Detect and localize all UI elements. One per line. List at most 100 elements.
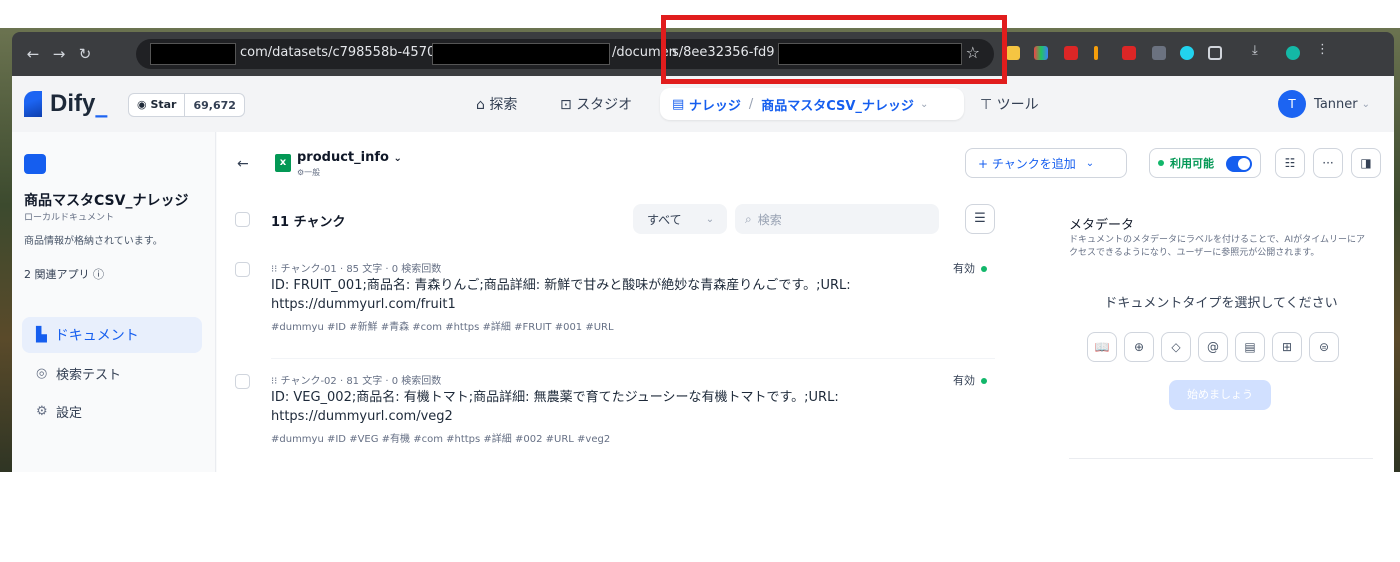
add-chunk-button[interactable]: + チャンクを追加 ⌄	[965, 148, 1127, 178]
github-star-button[interactable]: ◉ Star 69,672	[128, 93, 245, 117]
book-icon[interactable]: 📖	[1087, 332, 1117, 362]
chunk-meta-text: チャンク-02 · 81 文字 · 0 検索回数	[280, 376, 442, 387]
chunk-status-label: 有効	[953, 374, 975, 387]
sliders-icon: ☷	[1284, 156, 1296, 170]
settings-sliders-button[interactable]: ☷	[1275, 148, 1305, 178]
chunk-keywords: #dummyu #ID #VEG #有機 #com #https #詳細 #00…	[271, 434, 611, 445]
web-icon[interactable]: ⊕	[1124, 332, 1154, 362]
list-icon: ☰	[974, 211, 986, 226]
back-arrow-icon[interactable]: ←	[237, 156, 249, 172]
sidebar-item-label: 設定	[56, 406, 83, 421]
chunk-checkbox[interactable]	[235, 262, 250, 277]
chunk-status: 有効	[953, 260, 987, 276]
chunk-item[interactable]: ⁝⁝ チャンク-01 · 85 文字 · 0 検索回数 ID: FRUIT_00…	[235, 260, 995, 360]
github-star-count: 69,672	[193, 98, 236, 112]
chunk-meta: ⁝⁝ チャンク-02 · 81 文字 · 0 検索回数	[271, 372, 441, 387]
back-icon[interactable]: ←	[20, 45, 46, 63]
nav-knowledge-current[interactable]: 商品マスタCSV_ナレッジ	[761, 95, 914, 114]
sidebar-item-documents[interactable]: ▙ ドキュメント	[22, 317, 202, 353]
menu-icon[interactable]: ⋮	[1316, 42, 1330, 57]
book-icon: ▤	[672, 96, 689, 112]
more-button[interactable]: ···	[1313, 148, 1343, 178]
chevron-down-icon: ⌄	[1361, 98, 1370, 110]
nav-studio-label: スタジオ	[576, 97, 633, 113]
status-filter-select[interactable]: すべて ⌄	[633, 204, 727, 234]
chunk-status-label: 有効	[953, 262, 975, 275]
chunk-count: 11 チャンク	[271, 215, 346, 230]
sidebar-item-label: 検索テスト	[56, 368, 122, 383]
kb-related-apps[interactable]: 2 関連アプリ ⓘ	[24, 266, 104, 282]
document-mode-label: 一般	[304, 168, 321, 177]
sidebar-item-label: ドキュメント	[54, 328, 139, 344]
search-input[interactable]: ⌕ 検索	[735, 204, 939, 234]
dify-app: Dify _ ◉ Star 69,672 ⌂ 探索 ⊡ スタジオ ▤ ナレッジ /…	[12, 76, 1394, 472]
enable-switch[interactable]	[1226, 156, 1252, 172]
paper-icon[interactable]: ◇	[1161, 332, 1191, 362]
nav-tools-label: ツール	[996, 97, 1039, 113]
logo-accent-icon: _	[95, 90, 108, 118]
chat-icon[interactable]: ⊜	[1309, 332, 1339, 362]
nav-tools[interactable]: ⊤ ツール	[980, 94, 1039, 114]
chevron-down-icon: ⌄	[705, 213, 715, 225]
chunk-item[interactable]: ⁝⁝ チャンク-02 · 81 文字 · 0 検索回数 ID: VEG_002;…	[235, 372, 995, 472]
chunk-content: ID: VEG_002;商品名: 有機トマト;商品詳細: 無農薬で育てたジューシ…	[271, 390, 839, 424]
extension-icon[interactable]	[1006, 46, 1020, 60]
tool-icon: ⊤	[980, 97, 997, 113]
status-filter-value: すべて	[647, 212, 682, 227]
github-icon: ◉	[137, 98, 151, 111]
chevron-down-icon[interactable]: ⌄	[1086, 158, 1094, 169]
status-toggle[interactable]: 利用可能	[1149, 148, 1261, 178]
user-name: Tanner	[1314, 96, 1358, 112]
social-icon[interactable]: @	[1198, 332, 1228, 362]
nav-studio[interactable]: ⊡ スタジオ	[560, 94, 632, 114]
toggle-panel-button[interactable]: ◨	[1351, 148, 1381, 178]
document-name[interactable]: product_info ⌄	[297, 150, 402, 165]
business-doc-icon[interactable]: ⊞	[1272, 332, 1302, 362]
logo-mark-icon	[24, 91, 42, 117]
search-icon: ⌕	[745, 211, 752, 226]
nav-explore-label: 探索	[489, 97, 518, 113]
info-icon[interactable]: ⓘ	[93, 268, 104, 281]
status-label: 利用可能	[1170, 157, 1214, 170]
nav-explore[interactable]: ⌂ 探索	[476, 94, 517, 114]
user-menu[interactable]: T Tanner ⌄	[1278, 90, 1370, 118]
forward-icon[interactable]: →	[46, 45, 72, 63]
document-icon: ▙	[36, 327, 47, 343]
extension-icon[interactable]	[1122, 46, 1136, 60]
extension-icon[interactable]	[1064, 46, 1078, 60]
start-button[interactable]: 始めましょう	[1169, 380, 1271, 410]
divider	[1069, 458, 1373, 459]
robot-icon: ⊡	[560, 97, 577, 113]
extension-icon[interactable]	[1152, 46, 1166, 60]
sidebar-item-retrieval-test[interactable]: ◎ 検索テスト	[36, 364, 121, 383]
puzzle-icon[interactable]	[1208, 46, 1222, 60]
dify-logo[interactable]: Dify _	[24, 90, 107, 118]
status-dot-icon	[981, 378, 987, 384]
metadata-panel: メタデータ ドキュメントのメタデータにラベルを付けることで、AIがタイムリーにア…	[1069, 192, 1373, 468]
profile-icon[interactable]	[1286, 46, 1300, 60]
reload-icon[interactable]: ↻	[72, 45, 98, 63]
sidebar-item-settings[interactable]: ⚙ 設定	[36, 402, 82, 421]
extension-icon[interactable]	[1180, 46, 1194, 60]
chevron-down-icon: ⌄	[393, 153, 402, 164]
extension-icon[interactable]	[1034, 46, 1048, 60]
panel-icon: ◨	[1360, 156, 1372, 170]
nav-knowledge[interactable]: ▤ ナレッジ / 商品マスタCSV_ナレッジ ⌄	[660, 88, 964, 120]
collapse-list-button[interactable]: ☰	[965, 204, 995, 234]
redaction-box	[150, 43, 236, 65]
gear-icon: ⚙	[36, 404, 48, 419]
metadata-description: ドキュメントのメタデータにラベルを付けることで、AIがタイムリーにアクセスできる…	[1069, 235, 1366, 258]
select-all-checkbox[interactable]	[235, 212, 250, 227]
csv-file-icon: x	[275, 154, 291, 172]
personal-doc-icon[interactable]: ▤	[1235, 332, 1265, 362]
logo-text: Dify	[50, 90, 96, 117]
chunk-meta-text: チャンク-01 · 85 文字 · 0 検索回数	[280, 264, 442, 275]
sidebar: 商品マスタCSV_ナレッジ ローカルドキュメント 商品情報が格納されています。 …	[12, 132, 216, 472]
extension-icon[interactable]	[1094, 46, 1098, 60]
document-mode: ⚙一般	[297, 167, 320, 178]
doc-type-options: 📖 ⊕ ◇ @ ▤ ⊞ ⊜	[1087, 332, 1346, 362]
divider	[271, 358, 995, 359]
download-icon[interactable]: ⤓	[1252, 43, 1266, 58]
github-star-label: Star	[150, 98, 177, 111]
chunk-checkbox[interactable]	[235, 374, 250, 389]
